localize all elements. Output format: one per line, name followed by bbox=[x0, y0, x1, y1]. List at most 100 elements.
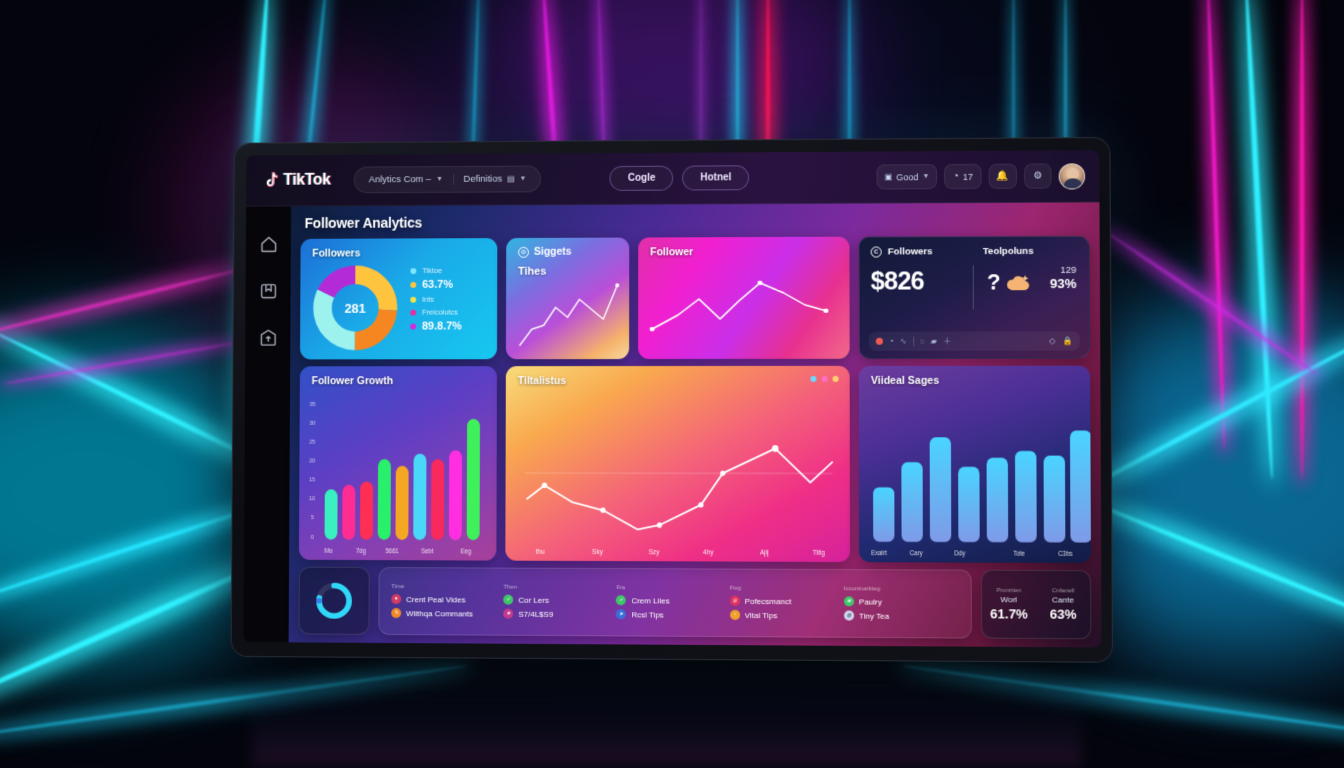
tag-item[interactable]: ✓ Cor Lers bbox=[503, 594, 610, 606]
tag-column-caption: Then bbox=[503, 584, 518, 591]
question-mark-icon: ? bbox=[986, 269, 1001, 295]
kpi-card[interactable]: Pronrtien Worl 61.7% Cnfanell Cante 63% bbox=[980, 569, 1092, 640]
suggests-subtitle: Tihes bbox=[518, 265, 547, 278]
wave-icon[interactable]: ∿ bbox=[900, 337, 907, 346]
plus-icon[interactable]: ＋ bbox=[943, 336, 951, 347]
weather-bottom-value: 93% bbox=[1049, 275, 1077, 292]
tag-groups-card[interactable]: Time ♥ Crent Peal Vides ✎ Wiithqa Comman… bbox=[378, 567, 972, 639]
hotnel-button[interactable]: Hotnel bbox=[682, 165, 750, 191]
svg-text:30: 30 bbox=[309, 420, 315, 426]
clock-icon[interactable]: ◔ bbox=[889, 337, 894, 346]
brand-name: TikTok bbox=[283, 171, 331, 189]
weather-block: ? bbox=[987, 269, 1034, 295]
tag-icon[interactable]: ▰ bbox=[931, 337, 937, 346]
sidebar-item-media[interactable] bbox=[258, 280, 279, 301]
tag-item[interactable]: ◔ Vital Tips bbox=[729, 609, 838, 621]
tag-item[interactable]: ★ S7/4L$S9 bbox=[503, 608, 610, 620]
trends-legend bbox=[810, 375, 839, 382]
tag-column: Fra ✓ Crem Liles ➤ Rcsl Tips bbox=[616, 585, 729, 620]
bottom-row: Time ♥ Crent Peal Vides ✎ Wiithqa Comman… bbox=[298, 566, 1092, 640]
follower-card[interactable]: Follower bbox=[638, 236, 850, 360]
legend-item: Ints bbox=[410, 295, 462, 304]
clock-icon: ◔ bbox=[952, 171, 959, 183]
svg-text:Sky: Sky bbox=[592, 549, 604, 556]
toolbar-dot-red[interactable] bbox=[875, 337, 883, 345]
follower-growth-card[interactable]: Follower Growth 35 30 25 20 15 10 5 0 Mo… bbox=[298, 366, 497, 561]
nav-selector-analytics[interactable]: Anlytics Com – ▼ bbox=[359, 174, 453, 185]
kpi-value: 61.7% bbox=[990, 605, 1028, 622]
user-avatar[interactable] bbox=[1058, 162, 1086, 190]
tag-label: Cor Lers bbox=[518, 595, 549, 605]
svg-text:25: 25 bbox=[309, 439, 315, 445]
kpi-value: 63% bbox=[1049, 606, 1077, 622]
svg-text:15: 15 bbox=[309, 477, 315, 483]
compass-icon: ⊙ bbox=[518, 246, 529, 258]
good-status-button[interactable]: ▣ Good ▼ bbox=[876, 164, 938, 190]
tag-item[interactable]: ◍ Tiny Tea bbox=[843, 610, 953, 621]
tag-column: Time ♥ Crent Peal Vides ✎ Wiithqa Comman… bbox=[391, 584, 503, 619]
notifications-button[interactable]: 🔔 bbox=[988, 163, 1018, 189]
svg-text:Cary: Cary bbox=[910, 550, 924, 558]
legend-label: Tiktoe bbox=[422, 266, 443, 276]
legend-item: 89.8.7% bbox=[410, 321, 462, 333]
target-icon: ◎ bbox=[729, 595, 740, 606]
weather-top-value: 129 bbox=[1060, 264, 1077, 276]
nav-selector-group: Anlytics Com – ▼ Definitios ▤ ▼ bbox=[354, 165, 542, 194]
followers-donut-center-value: 281 bbox=[344, 300, 366, 316]
suggests-card[interactable]: ⊙ Siggets Tihes bbox=[505, 237, 630, 360]
brand-logo[interactable]: TikTok bbox=[262, 171, 331, 190]
svg-text:0: 0 bbox=[311, 534, 314, 540]
stat-head-label: Followers bbox=[887, 246, 933, 258]
settings-icon: ⚙ bbox=[1033, 170, 1043, 182]
kpi-cell: Pronrtien Worl 61.7% bbox=[982, 587, 1036, 621]
stat-toolbar[interactable]: ◔ ∿ ◌ ▰ ＋ ◇ 🔒 bbox=[868, 331, 1080, 351]
lock-icon[interactable]: 🔒 bbox=[1062, 336, 1072, 345]
trends-line-card[interactable]: Tiltalistus thu Sky Szy 4hy Ajij Tiltg bbox=[505, 365, 850, 563]
toolbar-separator bbox=[912, 336, 914, 346]
cogle-button[interactable]: Cogle bbox=[609, 165, 674, 191]
kpi-label: Worl bbox=[1000, 594, 1018, 604]
check-icon: ✓ bbox=[503, 594, 514, 605]
sidebar-item-upload[interactable] bbox=[257, 327, 278, 348]
tag-column: Fivg ◎ Pofecsmanct ◔ Vital Tips bbox=[730, 586, 844, 621]
nav-right-actions: ▣ Good ▼ ◔ 17 🔔 ⚙ bbox=[876, 162, 1086, 190]
tag-item[interactable]: ❀ Paulry bbox=[843, 596, 953, 607]
tag-item[interactable]: ✎ Wiithqa Commants bbox=[391, 608, 497, 619]
tag-label: Wiithqa Commants bbox=[406, 608, 474, 618]
chevron-down-icon: ▼ bbox=[519, 175, 527, 183]
tag-label: Crem Liles bbox=[631, 595, 670, 606]
sidebar-item-home[interactable] bbox=[258, 234, 279, 255]
legend-dot-series-a bbox=[810, 375, 817, 382]
tag-item[interactable]: ♥ Crent Peal Vides bbox=[391, 594, 497, 605]
tag-item[interactable]: ◎ Pofecsmanct bbox=[729, 595, 838, 607]
drop-icon[interactable]: ◌ bbox=[920, 337, 925, 346]
video-stages-card[interactable]: Viideal Sages Exalrt Cary Ddy Tote C3bs bbox=[858, 365, 1091, 564]
refresh-icon[interactable]: ◇ bbox=[1049, 336, 1055, 345]
followers-donut-chart: 281 bbox=[312, 264, 399, 351]
tag-item[interactable]: ➤ Rcsl Tips bbox=[616, 609, 723, 620]
legend-value: 63.7% bbox=[422, 278, 453, 291]
toolbar-right-group: ◇ 🔒 bbox=[1049, 336, 1073, 345]
clock-button[interactable]: ◔ 17 bbox=[944, 163, 982, 190]
svg-text:Exalrt: Exalrt bbox=[871, 550, 887, 558]
svg-text:10: 10 bbox=[309, 496, 315, 502]
svg-text:20: 20 bbox=[309, 458, 315, 464]
svg-text:Mo: Mo bbox=[324, 548, 333, 555]
star-icon: ★ bbox=[503, 608, 514, 619]
tag-column-caption: Time bbox=[391, 584, 405, 591]
trends-line-chart: thu Sky Szy 4hy Ajij Tiltg bbox=[505, 392, 850, 562]
circle-c-icon: C bbox=[870, 246, 882, 258]
svg-text:4hy: 4hy bbox=[703, 550, 714, 557]
followers-stat-card[interactable]: C Followers Teolpoluns $826 ? 129 93% ◔ … bbox=[858, 235, 1091, 359]
settings-button[interactable]: ⚙ bbox=[1024, 163, 1052, 189]
stat-big-value: $826 bbox=[870, 267, 925, 296]
nav-selector-definitions[interactable]: Definitios ▤ ▼ bbox=[452, 173, 537, 185]
nav-selector-definitions-label: Definitios bbox=[463, 173, 503, 185]
tag-item[interactable]: ✓ Crem Liles bbox=[616, 595, 723, 606]
progress-ring-card[interactable] bbox=[298, 566, 370, 635]
tablet-reflection bbox=[252, 662, 1082, 766]
video-stages-chart: Exalrt Cary Ddy Tote C3bs bbox=[859, 392, 1091, 563]
stat-head: C Followers bbox=[870, 246, 933, 258]
followers-donut-card[interactable]: Followers 281 Tiktoe 63.7% Ints Freicolu… bbox=[299, 238, 498, 360]
kpi-caption: Cnfanell bbox=[1051, 587, 1075, 594]
